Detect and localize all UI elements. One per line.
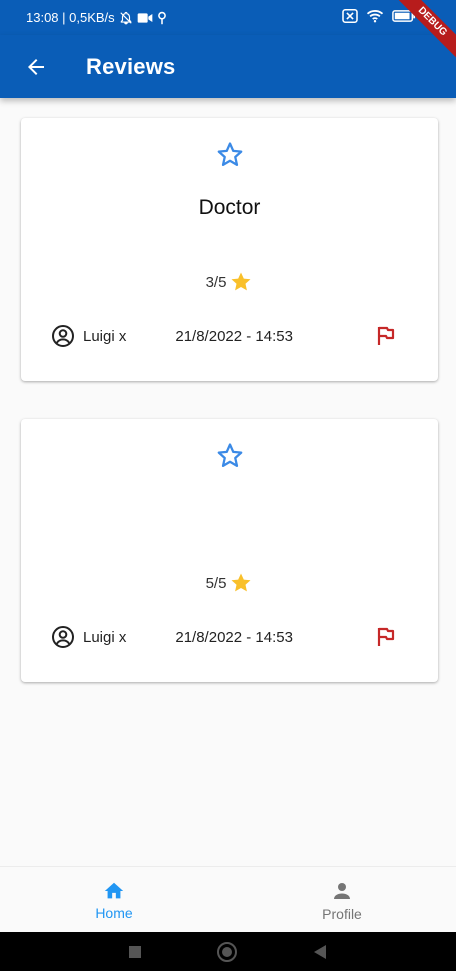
star-filled-icon: [231, 272, 251, 291]
location-icon: [157, 11, 166, 24]
review-author: Luigi x: [51, 625, 126, 649]
rating-value: 3/5: [205, 273, 227, 291]
account-circle-icon: [52, 325, 74, 347]
rating: 3/5: [21, 270, 438, 294]
review-title: Doctor: [198, 196, 261, 219]
arrow-left-icon: [28, 58, 44, 75]
home-circle-icon[interactable]: [216, 941, 238, 963]
nav-label-profile: Profile: [322, 905, 362, 922]
recent-apps-icon[interactable]: [128, 945, 142, 959]
reviews-list: Doctor 3/5 Luigi x 21/8/2022 - 14:53 5/5…: [0, 98, 456, 866]
review-card[interactable]: 5/5 Luigi x 21/8/2022 - 14:53: [21, 419, 438, 682]
author-name: Luigi x: [83, 327, 127, 345]
review-meta: Luigi x 21/8/2022 - 14:53: [51, 622, 398, 652]
rating-value: 5/5: [205, 574, 227, 592]
bell-off-icon: [120, 11, 132, 24]
account-circle-icon: [52, 626, 74, 648]
app-screen: 13:08 | 0,5KB/s DEBUG Reviews Doctor 3/5…: [0, 0, 456, 971]
rating: 5/5: [21, 571, 438, 595]
bottom-navigation: Home Profile: [0, 866, 456, 933]
system-navigation-bar: [0, 932, 456, 971]
star-outline-icon: [217, 443, 242, 467]
review-meta: Luigi x 21/8/2022 - 14:53: [51, 321, 398, 351]
back-triangle-icon[interactable]: [312, 944, 328, 960]
nav-item-profile[interactable]: Profile: [228, 867, 456, 933]
nav-label-home: Home: [95, 904, 133, 921]
status-left: 13:08 | 0,5KB/s: [26, 10, 167, 25]
back-button[interactable]: [10, 41, 62, 93]
author-name: Luigi x: [83, 628, 127, 646]
video-icon: [137, 12, 153, 23]
status-time-info: 13:08 | 0,5KB/s: [26, 10, 115, 25]
person-icon: [334, 882, 350, 899]
review-date: 21/8/2022 - 14:53: [175, 628, 293, 646]
review-card[interactable]: Doctor 3/5 Luigi x 21/8/2022 - 14:53: [21, 118, 438, 381]
flag-icon[interactable]: [374, 324, 398, 348]
status-right: [342, 9, 416, 23]
review-author: Luigi x: [51, 324, 126, 348]
flag-icon[interactable]: [374, 625, 398, 649]
star-outline-icon: [217, 142, 242, 166]
status-bar: 13:08 | 0,5KB/s: [0, 0, 456, 35]
app-bar: Reviews: [0, 35, 456, 98]
star-filled-icon: [231, 573, 251, 592]
wifi-icon: [366, 10, 384, 23]
review-date: 21/8/2022 - 14:53: [175, 327, 293, 345]
page-title: Reviews: [86, 53, 176, 79]
sim-icon: [342, 9, 358, 23]
nav-item-home[interactable]: Home: [0, 867, 228, 933]
home-icon: [104, 882, 124, 898]
